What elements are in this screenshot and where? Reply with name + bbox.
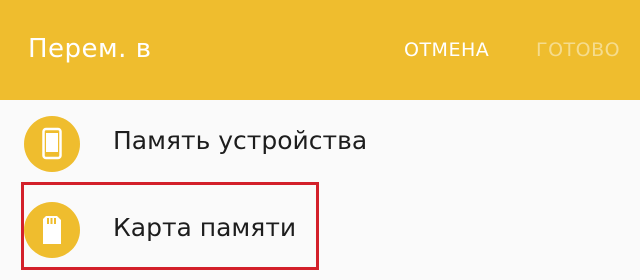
sd-card-icon	[24, 202, 80, 258]
done-button[interactable]: ГОТОВО	[536, 39, 620, 61]
list-item-device-memory[interactable]: Память устройства	[0, 100, 640, 188]
cancel-button[interactable]: ОТМЕНА	[404, 39, 489, 61]
header-bar: Перем. в ОТМЕНА ГОТОВО	[0, 0, 640, 100]
phone-icon	[24, 116, 80, 172]
list-item-label: Карта памяти	[113, 213, 297, 242]
move-to-dialog: Перем. в ОТМЕНА ГОТОВО Память устройства…	[0, 0, 640, 280]
list-item-label: Память устройства	[113, 126, 368, 155]
header-title: Перем. в	[28, 34, 152, 64]
list-item-sd-card[interactable]: Карта памяти	[0, 182, 640, 270]
